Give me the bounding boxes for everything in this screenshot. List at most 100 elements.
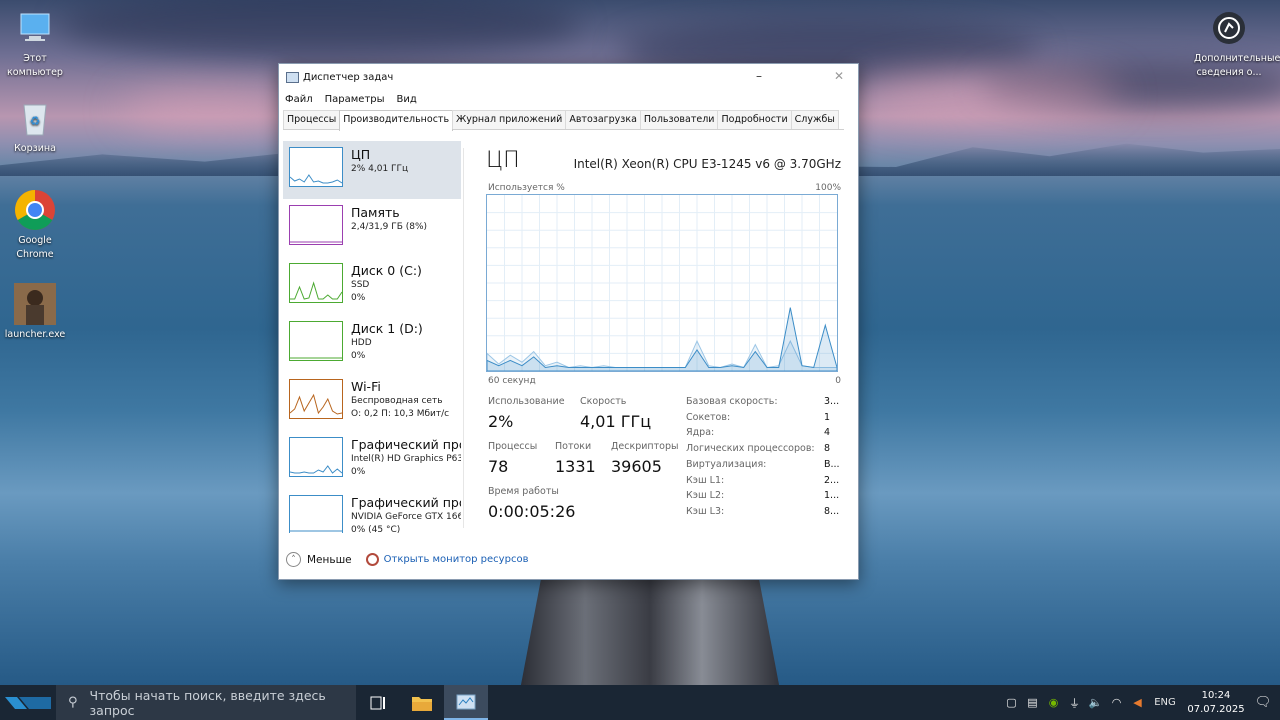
resource-item[interactable]: ЦП 2% 4,01 ГГц	[283, 141, 461, 199]
search-box[interactable]: ⚲ Чтобы начать поиск, введите здесь запр…	[56, 685, 356, 720]
speaker-mute-icon[interactable]: 🔈	[1085, 696, 1106, 709]
language-indicator[interactable]: ENG	[1148, 697, 1182, 708]
this-pc-label: Этот компьютер	[7, 53, 63, 78]
close-button[interactable]: ✕	[828, 69, 850, 83]
tab-app-history[interactable]: Журнал приложений	[452, 110, 567, 129]
task-view-icon	[370, 696, 385, 709]
info-icon	[1207, 6, 1251, 50]
utilization-label: Использование	[488, 396, 565, 407]
window-title: Диспетчер задач	[303, 71, 394, 83]
resource-name: ЦП	[351, 147, 371, 162]
tab-startup[interactable]: Автозагрузка	[565, 110, 641, 129]
resource-thumbnail	[289, 205, 343, 245]
nvidia-icon[interactable]: ◉	[1043, 696, 1064, 709]
tray-monitor-icon[interactable]: ▤	[1022, 696, 1043, 709]
tray-app-icon[interactable]: ▢	[1001, 696, 1022, 709]
recycle-bin-desktop-icon[interactable]: ♻ Корзина	[0, 96, 70, 156]
resource-detail-1: HDD	[351, 338, 372, 348]
resource-detail-1: Intel(R) HD Graphics P630	[351, 454, 461, 464]
spec-label: Логических процессоров:	[686, 443, 815, 455]
speed-value: 4,01 ГГц	[580, 412, 652, 431]
handles-value: 39605	[611, 457, 662, 476]
tab-details[interactable]: Подробности	[717, 110, 792, 129]
resource-thumbnail	[289, 379, 343, 419]
tab-services[interactable]: Службы	[790, 110, 839, 129]
clock-time: 10:24	[1201, 689, 1231, 701]
start-icon	[5, 696, 51, 709]
resource-name: Wi-Fi	[351, 379, 381, 394]
resource-detail-1: Беспроводная сеть	[351, 396, 443, 406]
more-info-label: Дополнительные сведения о...	[1194, 53, 1280, 78]
resource-item[interactable]: Wi-Fi Беспроводная сеть О: 0,2 П: 10,3 Мби…	[283, 373, 461, 431]
spec-label: Базовая скорость:	[686, 396, 778, 407]
cpu-usage-graph	[486, 194, 838, 372]
task-manager-window: Диспетчер задач – ✕ Файл Параметры Вид П…	[278, 63, 859, 580]
resource-item[interactable]: Графический процессор 0 Intel(R) HD Graph…	[283, 431, 461, 489]
start-button[interactable]	[0, 685, 56, 720]
file-explorer-button[interactable]	[400, 685, 444, 720]
task-view-button[interactable]	[356, 685, 400, 720]
spec-value: 2...	[824, 474, 840, 486]
resource-item[interactable]: Память 2,4/31,9 ГБ (8%)	[283, 199, 461, 257]
footer: ˄ Меньше Открыть монитор ресурсов	[286, 552, 528, 567]
tab-users[interactable]: Пользователи	[639, 110, 719, 129]
recycle-bin-label: Корзина	[14, 143, 56, 154]
spec-value: 1	[824, 411, 831, 423]
speed-label: Скорость	[580, 396, 627, 407]
taskbar: ⚲ Чтобы начать поиск, введите здесь запр…	[0, 685, 1280, 720]
more-info-desktop-icon[interactable]: Дополнительные сведения о...	[1194, 6, 1280, 80]
resource-detail-1: NVIDIA GeForce GTX 1660	[351, 512, 461, 522]
chrome-label: Google Chrome	[16, 235, 54, 260]
menu-bar: Файл Параметры Вид	[279, 90, 858, 108]
resource-item[interactable]: Графический процессор 1 NVIDIA GeForce GT…	[283, 489, 461, 533]
volume-icon[interactable]: ◀	[1127, 696, 1148, 709]
minimize-button[interactable]: –	[748, 69, 770, 83]
spec-label: Кэш L1:	[686, 474, 725, 486]
resource-item[interactable]: Диск 0 (C:) SSD 0%	[283, 257, 461, 315]
clock[interactable]: 10:24 07.07.2025	[1186, 689, 1246, 717]
launcher-desktop-icon[interactable]: launcher.exe	[0, 282, 70, 342]
chrome-desktop-icon[interactable]: Google Chrome	[0, 188, 70, 262]
spec-value: 8	[824, 443, 831, 455]
title-bar[interactable]: Диспетчер задач – ✕	[279, 64, 858, 90]
resource-name: Графический процессор 1	[351, 495, 461, 510]
resource-text: Графический процессор 1 NVIDIA GeForce GT…	[351, 495, 461, 533]
usage-axis-label: Используется %	[488, 183, 565, 193]
resource-detail-2: О: 0,2 П: 10,3 Мбит/с	[351, 409, 450, 419]
folder-icon	[412, 696, 432, 711]
chrome-icon	[13, 188, 57, 232]
tab-performance[interactable]: Производительность	[339, 110, 454, 131]
resource-text: Диск 1 (D:) HDD 0%	[351, 321, 423, 373]
resource-text: Wi-Fi Беспроводная сеть О: 0,2 П: 10,3 Мби…	[351, 379, 449, 431]
processes-value: 78	[488, 457, 509, 476]
utilization-value: 2%	[488, 412, 514, 431]
this-pc-desktop-icon[interactable]: Этот компьютер	[0, 6, 70, 80]
menu-options[interactable]: Параметры	[325, 94, 385, 105]
menu-file[interactable]: Файл	[285, 94, 313, 105]
fewer-details-button[interactable]: Меньше	[307, 554, 352, 566]
resource-detail-1: 2% 4,01 ГГц	[351, 164, 409, 174]
task-manager-taskbar-button[interactable]	[444, 685, 488, 720]
svg-text:♻: ♻	[30, 114, 41, 128]
resource-text: Диск 0 (C:) SSD 0%	[351, 263, 422, 315]
wifi-icon[interactable]: ◠	[1106, 696, 1127, 709]
resource-item[interactable]: Диск 1 (D:) HDD 0%	[283, 315, 461, 373]
threads-label: Потоки	[555, 441, 592, 452]
spec-value: В...	[824, 458, 840, 470]
menu-view[interactable]: Вид	[397, 94, 417, 105]
network-cable-icon[interactable]: ⏚	[1064, 695, 1085, 711]
spec-label: Кэш L2:	[686, 490, 725, 502]
uptime-label: Время работы	[488, 486, 559, 497]
launcher-label: launcher.exe	[4, 329, 66, 340]
open-resource-monitor-link[interactable]: Открыть монитор ресурсов	[384, 554, 529, 565]
tab-processes[interactable]: Процессы	[283, 110, 341, 129]
chevron-up-icon[interactable]: ˄	[286, 552, 301, 567]
spec-value: 4	[824, 427, 831, 439]
resource-name: Диск 1 (D:)	[351, 321, 423, 336]
notifications-icon[interactable]: 🗨	[1246, 695, 1280, 710]
resource-name: Диск 0 (C:)	[351, 263, 422, 278]
resource-detail-2: 0%	[351, 351, 366, 361]
resource-list: ЦП 2% 4,01 ГГц Память 2,4/31,9 ГБ (8%) Диск …	[283, 141, 461, 533]
threads-value: 1331	[555, 457, 596, 476]
resource-detail-1: 2,4/31,9 ГБ (8%)	[351, 222, 428, 232]
